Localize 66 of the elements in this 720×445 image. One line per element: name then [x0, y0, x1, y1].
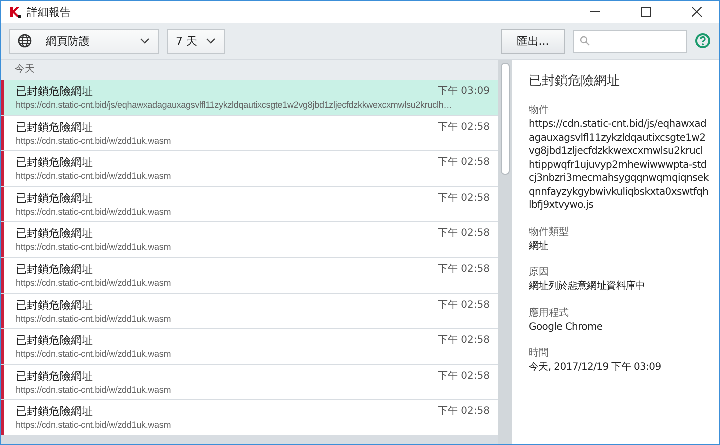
event-time: 下午 02:58 — [438, 120, 490, 135]
event-title: 已封鎖危險網址 — [16, 120, 94, 135]
event-url: https://cdn.static-cnt.bid/w/zdd1uk.wasm — [16, 241, 172, 254]
event-title: 已封鎖危險網址 — [16, 85, 94, 99]
help-icon[interactable] — [695, 33, 711, 49]
event-time: 下午 02:58 — [438, 334, 490, 348]
chevron-down-icon — [206, 38, 216, 44]
event-title: 已封鎖危險網址 — [16, 370, 94, 384]
event-time: 下午 02:58 — [438, 192, 490, 206]
event-url: https://cdn.static-cnt.bid/w/zdd1uk.wasm — [16, 170, 172, 184]
export-button[interactable]: 匯出... — [501, 28, 565, 54]
event-url: https://cdn.static-cnt.bid/w/zdd1uk.wasm — [16, 419, 172, 432]
field-label: 時間 — [529, 347, 550, 361]
event-row[interactable]: 已封鎖危險網址 下午 02:58 https://cdn.static-cnt.bid/w/zdd1uk.wasm — [1, 151, 498, 186]
event-row[interactable]: 已封鎖危險網址 下午 02:58 https://cdn.static-cnt.bid/w/zdd1uk.wasm — [1, 222, 498, 257]
event-row[interactable]: 已封鎖危險網址 下午 02:58 https://cdn.static-cnt.bid/w/zdd1uk.wasm — [1, 329, 498, 364]
maximize-icon — [640, 7, 650, 17]
event-url: https://cdn.static-cnt.bid/w/zdd1uk.wasm — [16, 206, 172, 219]
logo-icon — [9, 6, 21, 18]
event-row[interactable]: 已封鎖危險網址 下午 02:58 https://cdn.static-cnt.bid/w/zdd1uk.wasm — [1, 186, 498, 222]
event-title: 已封鎖危險網址 — [16, 405, 94, 420]
field-label: 物件類型 — [529, 226, 570, 240]
event-url: https://cdn.static-cnt.bid/w/zdd1uk.wasm — [16, 276, 172, 290]
event-url: https://cdn.static-cnt.bid/js/eqhawxadagauxagsvlfl11zykzldqautixcsgte1w2vg8jbd1zljecfdzkkwexcxmwlsu2kruclh… — [16, 99, 452, 112]
event-url: https://cdn.static-cnt.bid/w/zdd1uk.wasm — [16, 134, 172, 148]
event-title: 已封鎖危險網址 — [16, 156, 94, 170]
globe-icon — [18, 34, 32, 48]
event-time: 下午 03:09 — [438, 85, 490, 99]
event-row[interactable]: 已封鎖危險網址 下午 03:09 https://cdn.static-cnt.bid/js/eqhawxadagauxagsvlfl11zykzldqautixcsgte1w2vg8jbd1zljecfdzkkwexcxmwlsu2kruclh… — [1, 80, 498, 115]
chevron-down-icon — [140, 38, 150, 44]
event-title: 已封鎖危險網址 — [16, 298, 94, 313]
event-time: 下午 02:58 — [438, 156, 490, 170]
period-dropdown[interactable]: 7 天 — [167, 28, 224, 54]
component-dropdown[interactable]: 網頁防護 — [9, 28, 159, 54]
field-label: 物件 — [529, 104, 550, 118]
event-title: 已封鎖危險網址 — [16, 227, 94, 242]
event-row[interactable]: 已封鎖危險網址 下午 02:58 https://cdn.static-cnt.bid/w/zdd1uk.wasm — [1, 400, 498, 435]
event-url: https://cdn.static-cnt.bid/w/zdd1uk.wasm — [16, 384, 172, 397]
field-label: 原因 — [529, 266, 550, 280]
scrollbar[interactable] — [498, 60, 512, 444]
event-time: 下午 02:58 — [438, 298, 490, 313]
event-row[interactable]: 已封鎖危險網址 下午 02:58 https://cdn.static-cnt.bid/w/zdd1uk.wasm — [1, 364, 498, 400]
event-title: 已封鎖危險網址 — [16, 192, 94, 206]
search-icon — [580, 36, 590, 46]
event-title: 已封鎖危險網址 — [16, 334, 94, 348]
field-label: 應用程式 — [529, 306, 570, 320]
field-value: 網址 — [529, 240, 550, 253]
close-icon — [692, 7, 702, 17]
event-time: 下午 02:58 — [438, 227, 490, 242]
event-time: 下午 02:58 — [438, 405, 490, 420]
event-time: 下午 02:58 — [438, 262, 490, 277]
event-url: https://cdn.static-cnt.bid/w/zdd1uk.wasm — [16, 348, 172, 362]
scrollbar-thumb[interactable] — [500, 63, 510, 175]
event-row[interactable]: 已封鎖危險網址 下午 02:58 https://cdn.static-cnt.bid/w/zdd1uk.wasm — [1, 258, 498, 293]
event-row[interactable]: 已封鎖危險網址 下午 02:58 https://cdn.static-cnt.bid/w/zdd1uk.wasm — [1, 116, 498, 150]
detail-title: 已封鎖危險網址 — [529, 73, 621, 90]
event-title: 已封鎖危險網址 — [16, 262, 94, 277]
field-value: Google Chrome — [529, 320, 604, 334]
field-value: https://cdn.static-cnt.bid/js/eqhawxadagauxagsvlfl11zykzldqautixcsgte1w2vg8jbd1zljecfdzkkwexcxmwlsu2kruclhtippwqfr1ujuvyp2mhewiwwwpta-stdcj3nbzri3mecmahsygqqnwqmqiqnsekqnnfayzykgybwivkuliqbskxta0xswtfqhlbfj9xtvywo.js — [529, 118, 709, 212]
search-field[interactable] — [573, 30, 687, 52]
field-value: 網址列於惡意網址資料庫中 — [529, 280, 646, 294]
window-title: 詳細報告 — [27, 4, 71, 20]
field-value: 今天, 2017/12/19 下午 03:09 — [529, 361, 662, 374]
event-url: https://cdn.static-cnt.bid/w/zdd1uk.wasm — [16, 312, 172, 326]
event-time: 下午 02:58 — [438, 370, 490, 384]
event-row[interactable]: 已封鎖危險網址 下午 02:58 https://cdn.static-cnt.bid/w/zdd1uk.wasm — [1, 294, 498, 328]
